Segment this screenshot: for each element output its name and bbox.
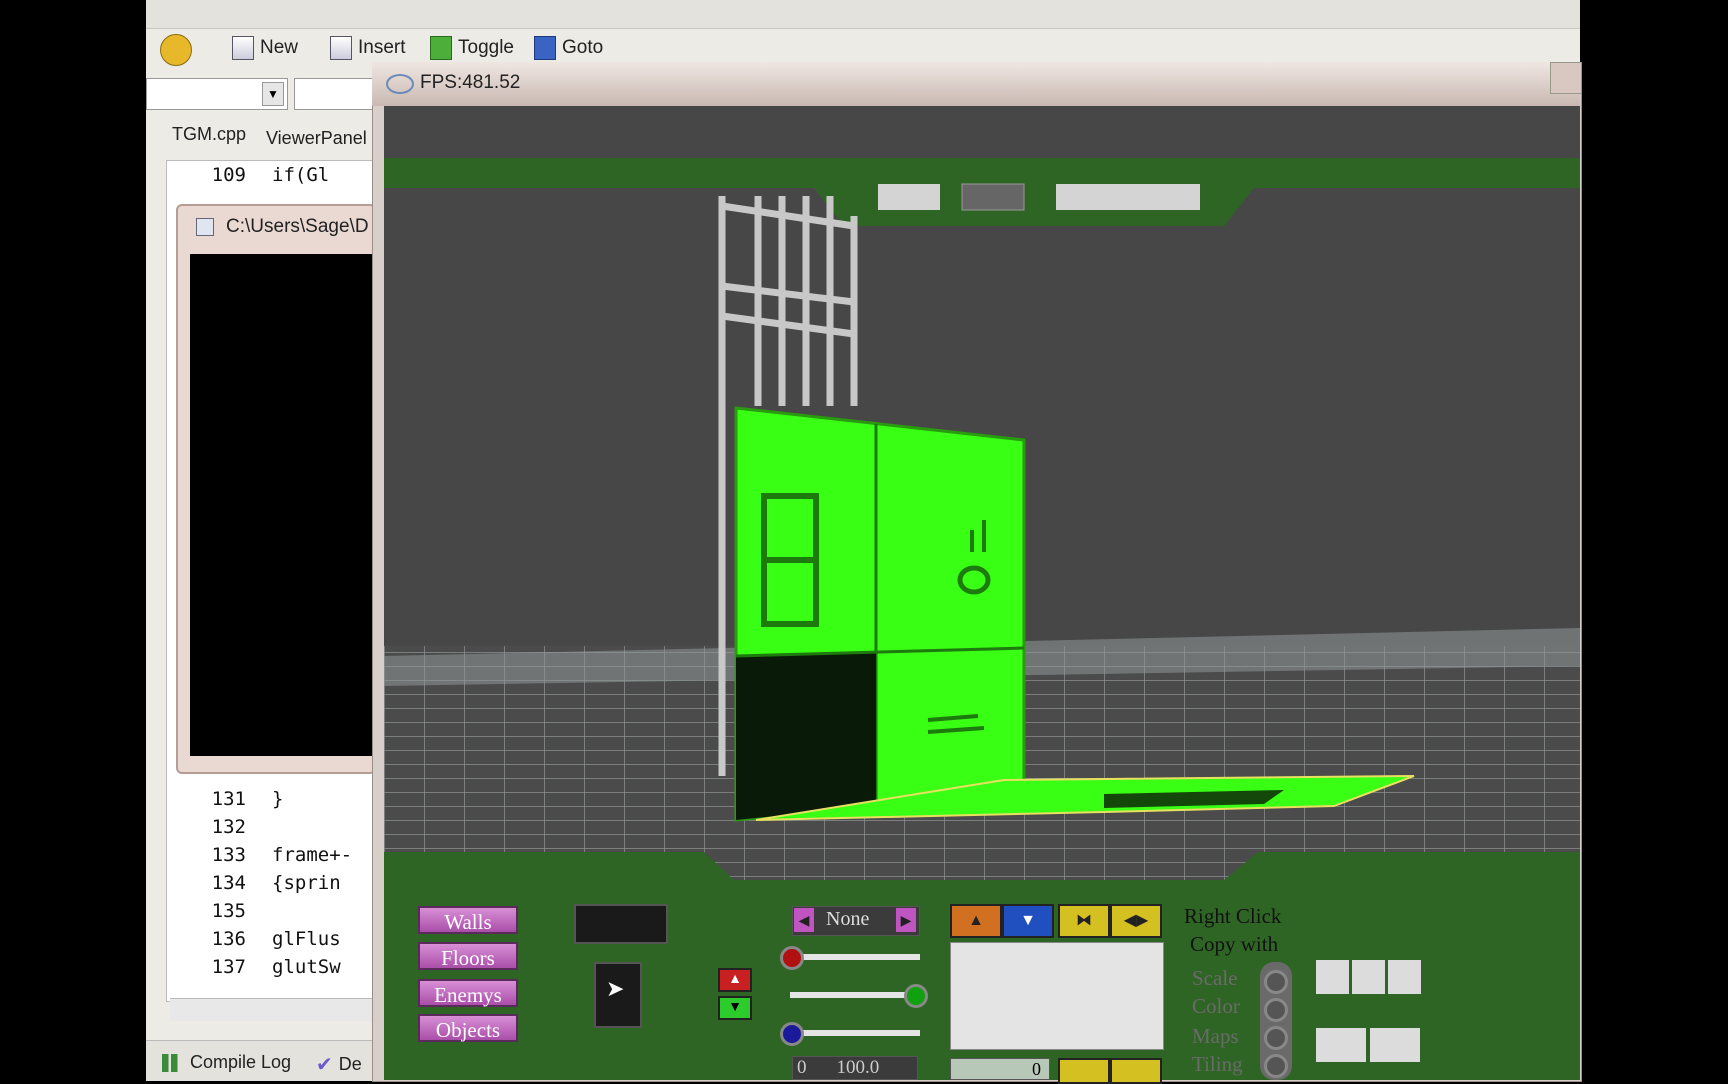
console-icon: [196, 218, 214, 236]
tile-grid-top[interactable]: [1316, 960, 1422, 994]
new-file-icon: [232, 36, 254, 60]
blue-slider-knob[interactable]: [780, 1022, 804, 1046]
texture-preview[interactable]: [950, 942, 1164, 1050]
console-output: [190, 254, 372, 756]
right-click-label: Right Click: [1184, 904, 1282, 928]
down-arrow-icon[interactable]: ▼: [1002, 904, 1054, 938]
minimize-button[interactable]: [1550, 62, 1582, 94]
copy-tiling-label: Tiling: [1192, 1052, 1243, 1076]
collapse-icon[interactable]: ⧓: [1058, 904, 1110, 938]
blue-slider[interactable]: [786, 1030, 920, 1036]
prev-arrow-icon[interactable]: ◀: [794, 908, 814, 932]
tab-compile-log[interactable]: Compile Log: [162, 1052, 291, 1073]
next-arrow-icon[interactable]: ▶: [896, 908, 916, 932]
green-slider-knob[interactable]: [904, 984, 928, 1008]
code-line: 133 frame+-: [211, 844, 353, 866]
gl-window-title: FPS:481.52: [420, 72, 521, 93]
code-line: 132: [211, 816, 246, 838]
tab-viewerpanel[interactable]: ViewerPanel: [266, 128, 367, 149]
gl-window-titlebar[interactable]: [372, 62, 1580, 106]
copy-tiling-toggle[interactable]: [1264, 1054, 1288, 1078]
cursor-icon: ➤: [606, 976, 625, 1001]
chart-icon: [162, 1053, 184, 1072]
code-line: 134 {sprin: [211, 872, 341, 894]
shrink-icon[interactable]: [1110, 1058, 1162, 1084]
texture-value: None: [826, 908, 870, 930]
console-title: C:\Users\Sage\D: [226, 216, 369, 237]
insert-icon: [330, 36, 352, 60]
code-line: 135: [211, 900, 246, 922]
up-arrow-icon[interactable]: ▲: [950, 904, 1002, 938]
horizontal-scrollbar[interactable]: [170, 998, 372, 1021]
toggle-button[interactable]: Toggle: [430, 36, 514, 60]
walls-button[interactable]: Walls: [418, 906, 518, 934]
copy-with-label: Copy with: [1190, 932, 1279, 956]
chevron-down-icon[interactable]: ▼: [262, 82, 284, 106]
window-icon: [386, 74, 414, 94]
expand-icon[interactable]: ◀▶: [1110, 904, 1162, 938]
toggle-bookmark-icon: [430, 36, 452, 60]
copy-color-label: Color: [1192, 994, 1240, 1018]
collapse-icon-2[interactable]: [1058, 1058, 1110, 1084]
code-line: 131}: [211, 788, 284, 810]
up-arrow-red-icon[interactable]: ▲: [718, 968, 752, 992]
code-line: 137 glutSw: [211, 956, 341, 978]
function-dropdown[interactable]: [294, 78, 374, 110]
green-slider[interactable]: [790, 992, 920, 998]
objects-button[interactable]: Objects: [418, 1014, 518, 1042]
new-button[interactable]: New: [232, 36, 298, 60]
copy-color-toggle[interactable]: [1264, 998, 1288, 1022]
red-slider[interactable]: [786, 954, 920, 960]
red-slider-knob[interactable]: [780, 946, 804, 970]
floors-button[interactable]: Floors: [418, 942, 518, 970]
range-field[interactable]: 0 100.0: [792, 1056, 918, 1080]
copy-scale-label: Scale: [1192, 966, 1238, 990]
smiley-icon[interactable]: [160, 34, 192, 66]
tile-grid-bottom[interactable]: [1316, 1028, 1422, 1062]
goto-icon: [534, 36, 556, 60]
enemys-button[interactable]: Enemys: [418, 979, 518, 1007]
layout-selector[interactable]: [574, 904, 668, 944]
ide-toolbar-top: [146, 0, 1580, 29]
copy-maps-toggle[interactable]: [1264, 1026, 1288, 1050]
hud-button[interactable]: [878, 184, 940, 210]
code-line: 136 glFlus: [211, 928, 341, 950]
tab-tgm-cpp[interactable]: TGM.cpp: [172, 124, 246, 145]
copy-maps-label: Maps: [1192, 1024, 1239, 1048]
down-arrow-green-icon[interactable]: ▼: [718, 996, 752, 1020]
code-line: 109 if(Gl: [211, 164, 330, 186]
copy-scale-toggle[interactable]: [1264, 970, 1288, 994]
hud-button[interactable]: [961, 183, 1025, 211]
tab-debug[interactable]: ✔ De: [316, 1052, 362, 1077]
value-field[interactable]: 0: [950, 1058, 1050, 1080]
insert-button[interactable]: Insert: [330, 36, 406, 60]
goto-button[interactable]: Goto: [534, 36, 603, 60]
check-icon: ✔: [316, 1054, 333, 1076]
hud-field[interactable]: [1056, 184, 1200, 210]
